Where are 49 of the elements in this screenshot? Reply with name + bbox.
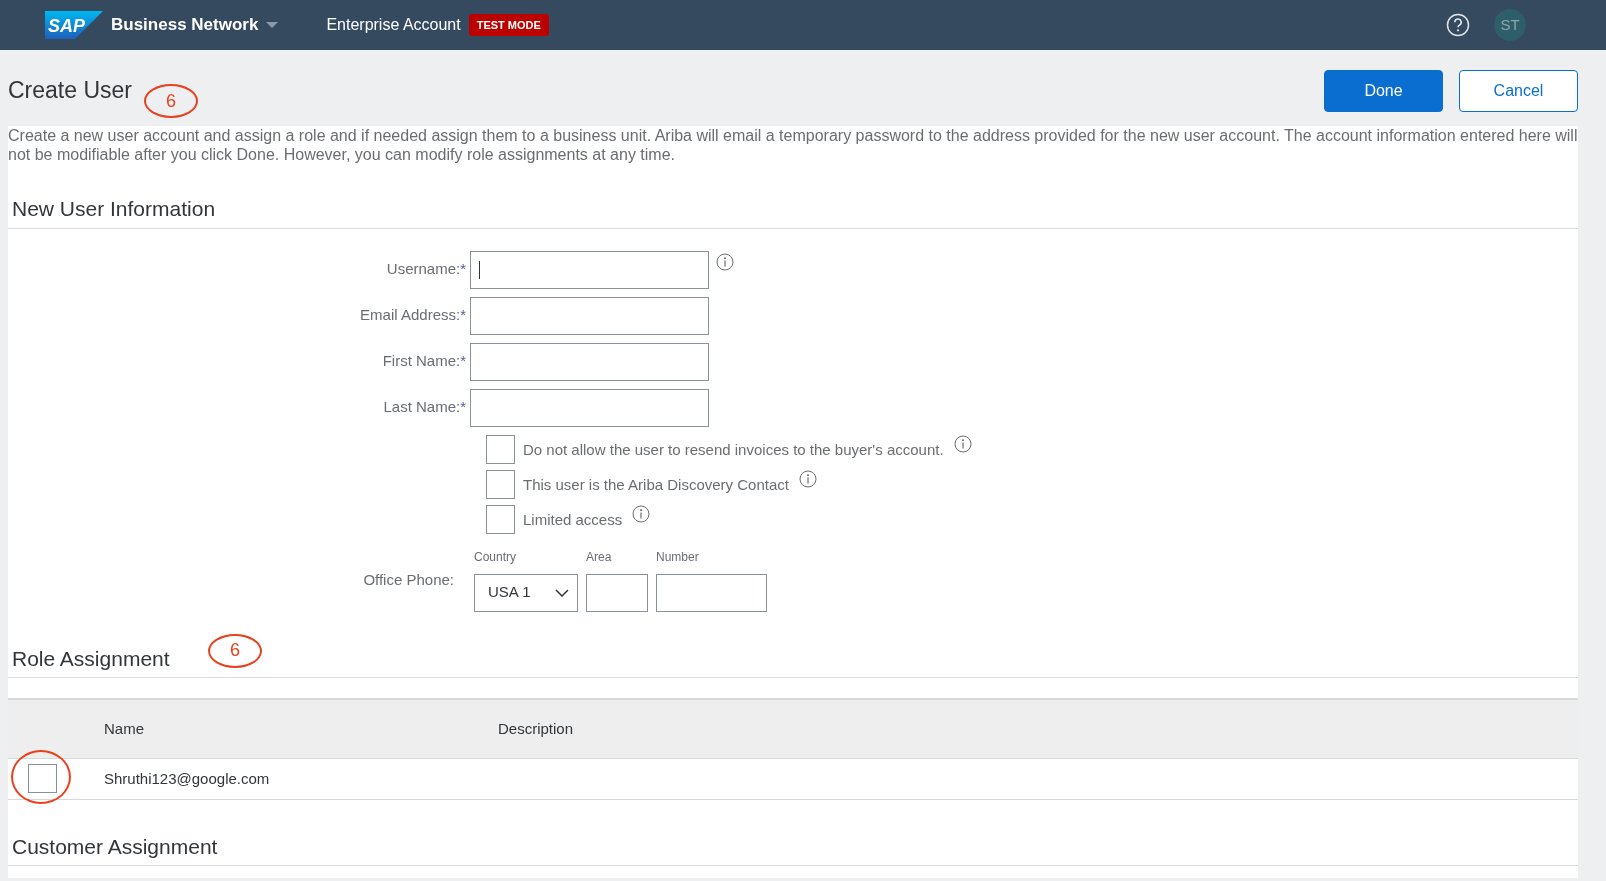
- checkbox[interactable]: [486, 504, 515, 534]
- cancel-button[interactable]: Cancel: [1459, 70, 1578, 112]
- checkbox[interactable]: [28, 764, 57, 794]
- section-heading: Customer Assignment: [8, 825, 1578, 866]
- checkbox[interactable]: [486, 434, 515, 464]
- section-heading: New User Information: [8, 188, 1578, 229]
- annotation-marker: 6: [144, 84, 198, 118]
- required-mark: *: [460, 259, 466, 280]
- logo[interactable]: SAP: [45, 11, 103, 39]
- chevron-down-icon: [555, 588, 569, 597]
- column-header: Description: [498, 718, 574, 739]
- annotation-marker: 6: [208, 633, 262, 668]
- info-icon[interactable]: [798, 469, 817, 488]
- required-mark: *: [460, 397, 466, 418]
- field-label: First Name:: [382, 351, 461, 372]
- test-mode-badge: TEST MODE: [468, 13, 549, 37]
- account-name: Enterprise Account: [326, 15, 461, 35]
- done-button[interactable]: Done: [1324, 70, 1443, 112]
- field-label: Country: [474, 548, 518, 566]
- checkbox-label: Limited access: [523, 509, 623, 530]
- field-label: Email Address:: [360, 305, 461, 326]
- required-mark: *: [460, 305, 466, 326]
- field-label: Username:: [386, 259, 461, 280]
- table-cell-text: Shruthi123@google.com: [104, 768, 270, 789]
- product-menu[interactable]: Business Network: [111, 12, 279, 38]
- number-field[interactable]: [656, 573, 767, 612]
- field-label: Office Phone:: [363, 571, 454, 589]
- field-label: Last Name:: [383, 397, 461, 418]
- page-title: Create User: [8, 77, 132, 105]
- column-header: Name: [104, 718, 145, 739]
- info-icon[interactable]: [953, 434, 972, 453]
- checkbox-label: Do not allow the user to resend invoices to the buyer's account.: [523, 439, 944, 460]
- description-text: Create a new user account and assign a role and if needed assign them to a business unit. Ariba will email a temporary password to the address provided for the new user account. The account information entered here will not be modifiable after you click Done. However, you can modify role assignments at any time.: [8, 126, 1578, 165]
- field-label: Area: [586, 548, 613, 566]
- country-select[interactable]: USA 1: [474, 573, 578, 612]
- required-mark: *: [460, 351, 466, 372]
- checkbox[interactable]: [486, 469, 515, 499]
- checkbox-label: This user is the Ariba Discovery Contact: [523, 474, 789, 495]
- text-field[interactable]: [470, 342, 709, 381]
- info-icon[interactable]: [632, 504, 651, 523]
- help-icon[interactable]: [1446, 13, 1470, 37]
- field-label: Number: [656, 548, 700, 566]
- info-icon[interactable]: [716, 252, 734, 271]
- text-field[interactable]: [470, 296, 709, 335]
- avatar[interactable]: ST: [1494, 9, 1526, 41]
- text-field[interactable]: [470, 250, 709, 289]
- area-field[interactable]: [586, 573, 648, 612]
- text-field[interactable]: [470, 388, 709, 427]
- dropdown-icon: [266, 22, 279, 28]
